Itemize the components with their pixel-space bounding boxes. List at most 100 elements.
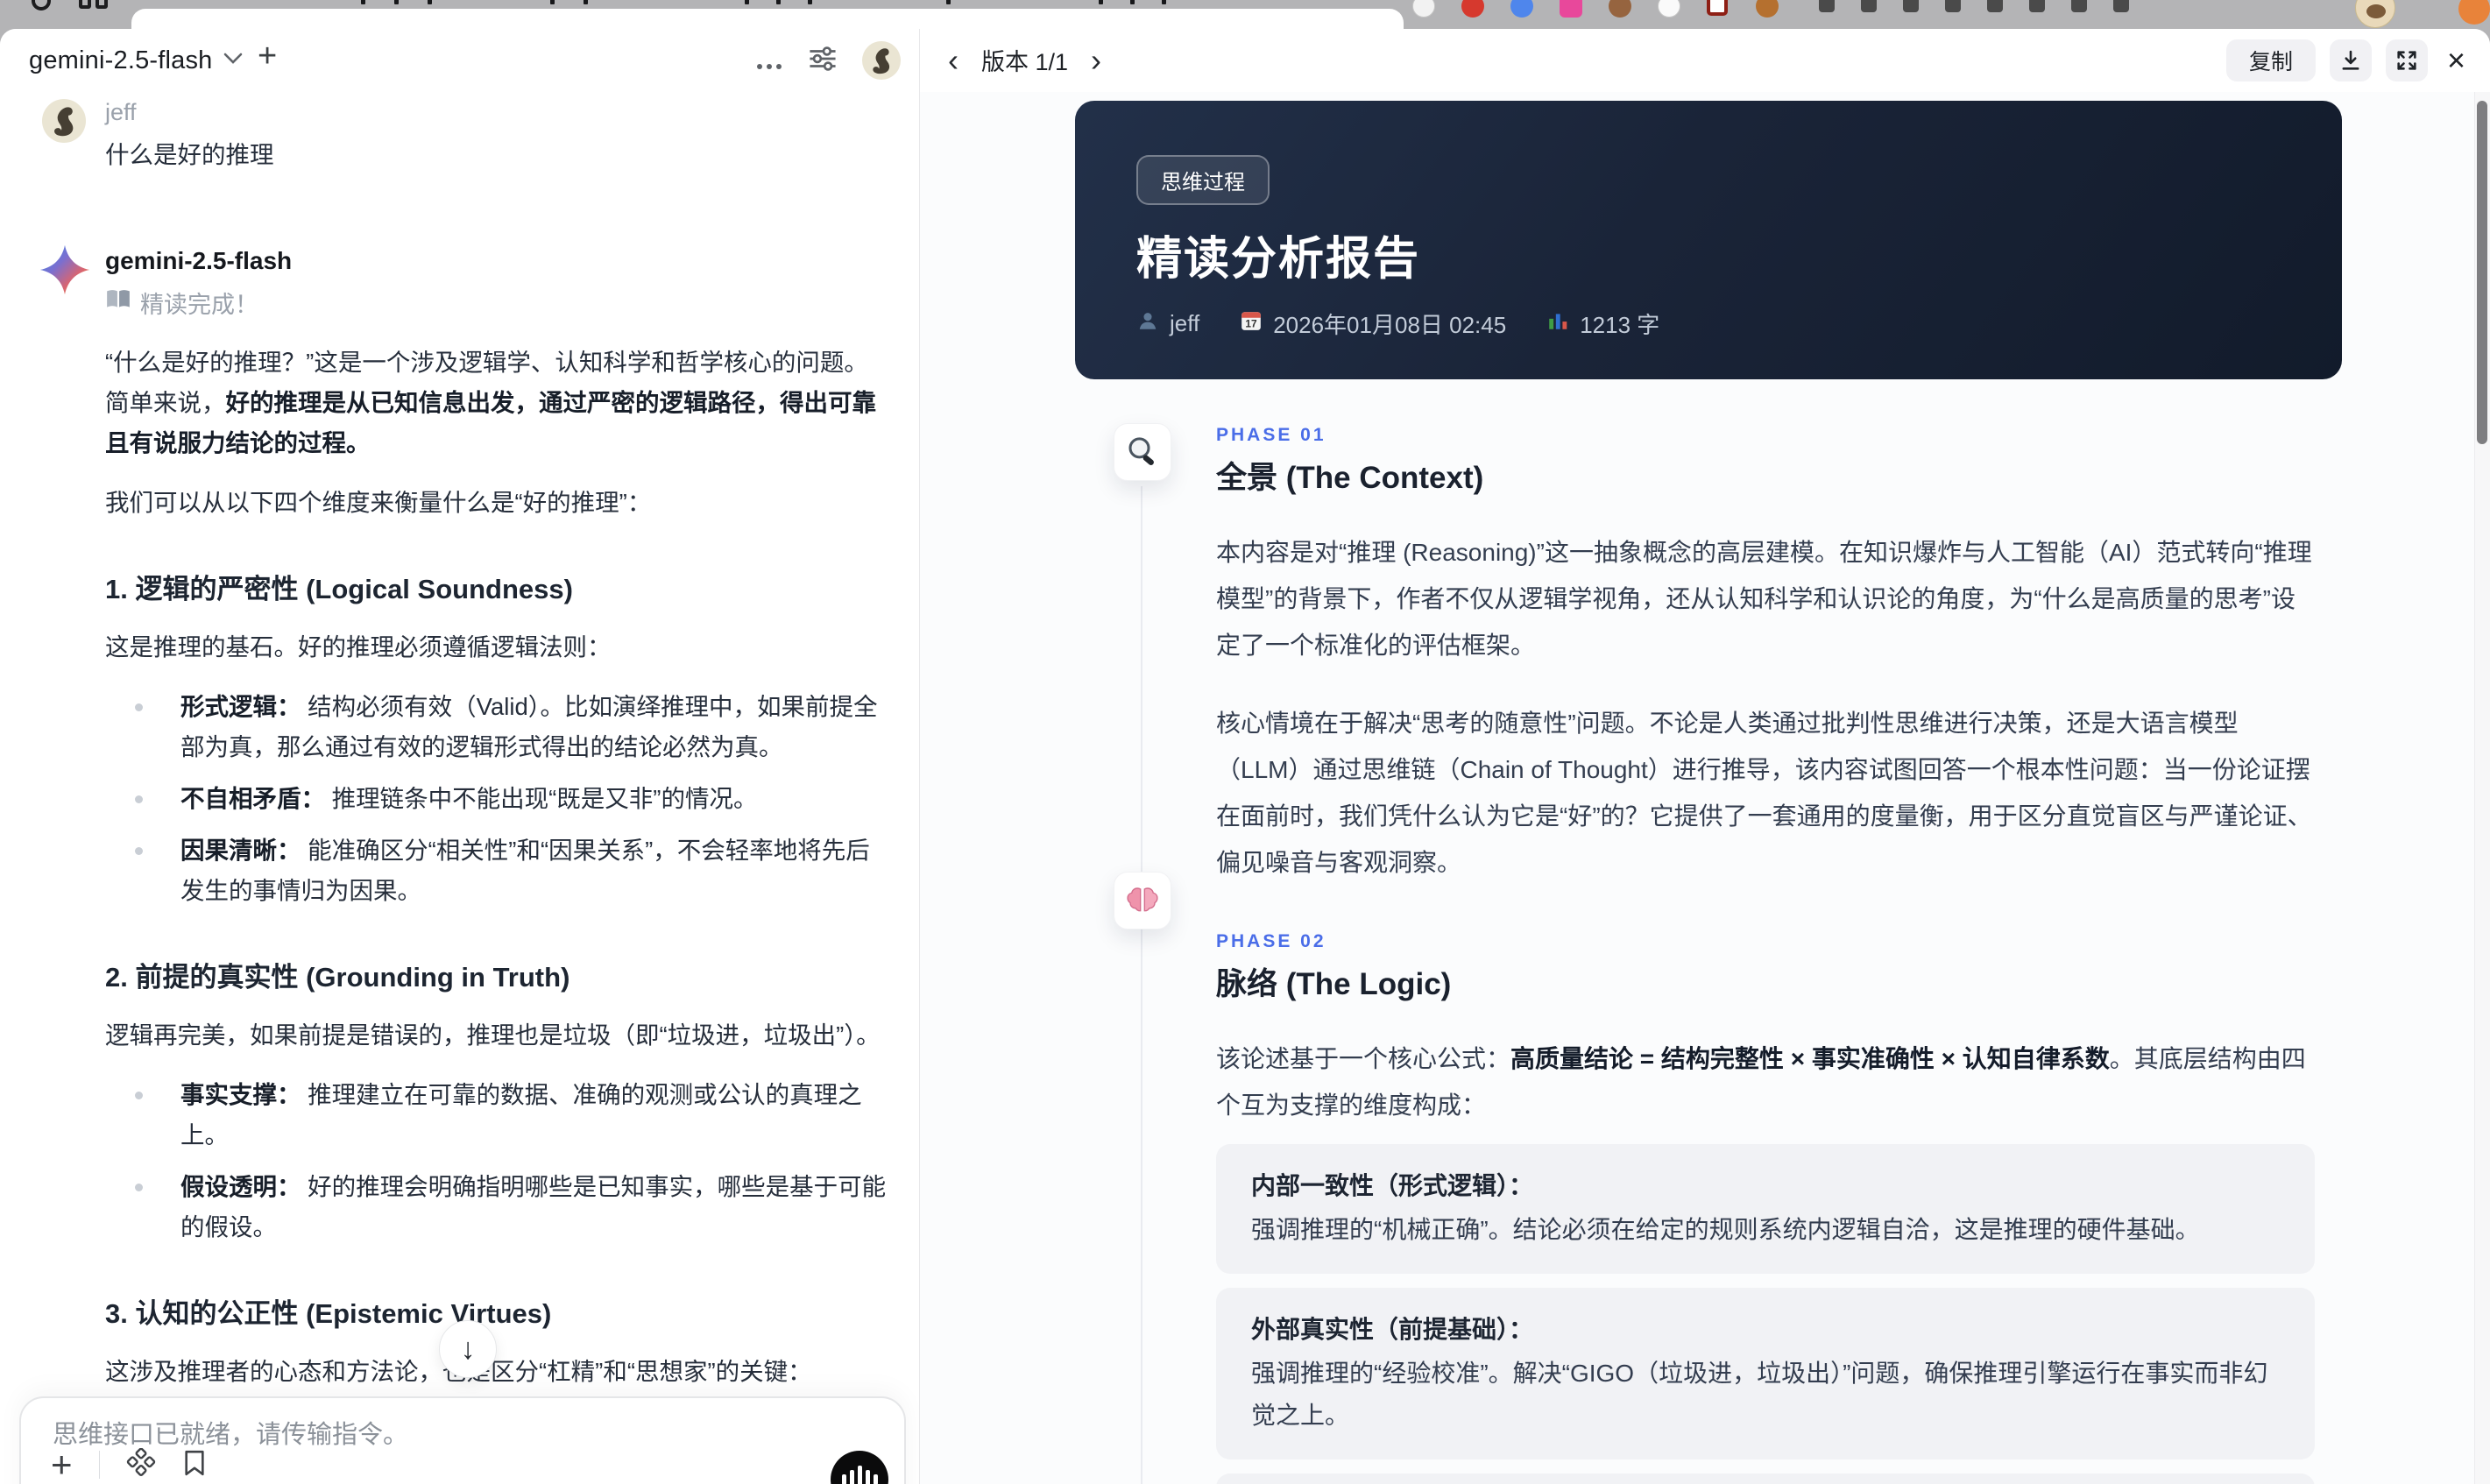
person-icon — [1136, 309, 1159, 338]
more-options-button[interactable] — [755, 46, 783, 75]
message-text: 什么是好的推理 — [105, 141, 274, 168]
voice-input-button[interactable] — [831, 1451, 888, 1484]
paragraph: 逻辑再完美，如果前提是错误的，推理也是垃圾（即“垃圾进，垃圾出”）。 — [105, 1015, 890, 1056]
text-run: 我们可以从以下四个维度来衡量什么是“好的推理”： — [105, 489, 652, 516]
report-title: 精读分析报告 — [1136, 234, 1421, 285]
phase-formula: 该论述基于一个核心公式：高质量结论 = 结构完整性 × 事实准确性 × 认知自律… — [1216, 1035, 2315, 1128]
user-avatar[interactable] — [862, 41, 901, 80]
card-body: 强调推理的“经验校准”。解决“GIGO（垃圾进，垃圾出）”问题，确保推理引擎运行… — [1251, 1360, 2268, 1429]
bookmark-icon[interactable] — [182, 1448, 207, 1482]
report-body: PHASE 01 全景 (The Context) 本内容是对“推理 (Reason… — [1216, 425, 2315, 1484]
menubar-status-icon[interactable] — [1658, 0, 1680, 18]
menubar-status-icon[interactable] — [1461, 0, 1484, 18]
version-label: 版本 1/1 — [981, 49, 1069, 75]
phase-paragraph: 核心情境在于解决“思考的随意性”问题。不论是人类通过批判性思维进行决策，还是大语… — [1216, 710, 2312, 876]
report-author: jeff — [1170, 310, 1200, 336]
menubar-status-icon[interactable] — [1945, 0, 1961, 12]
menubar-status-icon[interactable] — [1987, 0, 2003, 12]
grid-icon[interactable] — [79, 0, 108, 9]
paragraph: 这涉及推理者的心态和方法论，也是区分“杠精”和“思想家”的关键： — [105, 1352, 890, 1392]
scroll-to-bottom-button[interactable]: ↓ — [439, 1320, 497, 1378]
menubar-status-icon[interactable] — [1756, 0, 1779, 18]
menubar-status-icon[interactable] — [1861, 0, 1877, 12]
phase-label: PHASE 02 — [1216, 931, 1326, 951]
menubar-status-icon[interactable] — [1412, 0, 1435, 18]
scrollbar-track[interactable] — [2474, 92, 2490, 1484]
menubar-status-icon[interactable] — [1609, 0, 1631, 18]
menubar-avatar[interactable] — [2355, 0, 2395, 28]
version-prev-button[interactable]: ‹ — [948, 44, 959, 76]
card-title: 内部一致性（形式逻辑）： — [1251, 1172, 1534, 1199]
model-selector[interactable]: gemini-2.5-flash — [29, 46, 243, 75]
book-icon — [105, 288, 131, 317]
close-icon[interactable]: × — [2442, 42, 2471, 79]
section-heading: 1. 逻辑的严密性 (Logical Soundness) — [105, 574, 573, 604]
tab-text-fragment — [394, 0, 399, 4]
list-item: 形式逻辑： 结构必须有效（Valid）。比如演绎推理中，如果前提全部为真，那么通… — [105, 687, 890, 767]
paragraph: 这是推理的基石。好的推理必须遵循逻辑法则： — [105, 627, 890, 668]
phase-section: PHASE 02 脉络 (The Logic) 该论述基于一个核心公式：高质量结论 … — [1216, 931, 2315, 1484]
message-author: gemini-2.5-flash — [105, 247, 293, 274]
browser-tab[interactable] — [131, 9, 1404, 29]
status-text: 精读完成！ — [140, 292, 258, 318]
menubar-status-icon[interactable] — [2458, 0, 2490, 25]
input-tools-divider — [98, 1451, 100, 1479]
paragraph: “什么是好的推理？”这是一个涉及逻辑学、认知科学和哲学核心的问题。简单来说，好的… — [105, 343, 890, 463]
version-next-button[interactable]: › — [1091, 44, 1101, 76]
svg-text:17: 17 — [1246, 318, 1258, 330]
formula-prefix: 该论述基于一个核心公式： — [1216, 1045, 1511, 1072]
menubar-status-icon[interactable] — [1707, 0, 1728, 16]
section-heading: 3. 认知的公正性 (Epistemic Virtues) — [105, 1298, 552, 1329]
menubar-status-icon[interactable] — [1819, 0, 1835, 12]
phase-title: 脉络 (The Logic) — [1216, 967, 1452, 1001]
menubar-status-icon[interactable] — [1903, 0, 1919, 12]
report-date: 2026年01月08日 02:45 — [1273, 312, 1507, 338]
app-window: gemini-2.5-flash + ‹ 版本 1/1 › 复制 × jeff … — [0, 29, 2490, 1484]
tab-text-fragment — [808, 0, 812, 4]
calendar-icon: 17 — [1240, 309, 1263, 338]
system-menubar — [0, 0, 2490, 29]
phase-label: PHASE 01 — [1216, 425, 1326, 445]
assistant-message-body: “什么是好的推理？”这是一个涉及逻辑学、认知科学和哲学核心的问题。简单来说，好的… — [105, 343, 886, 1484]
attach-plus-icon[interactable]: + — [51, 1446, 73, 1483]
tab-text-fragment — [776, 0, 781, 4]
list-item-lead: 形式逻辑： — [180, 693, 301, 720]
message-author: jeff — [105, 99, 137, 125]
gemini-star-icon — [39, 244, 91, 296]
panel-divider — [919, 29, 920, 1484]
menubar-status-icon[interactable] — [1560, 0, 1582, 18]
tab-text-fragment — [1130, 0, 1135, 4]
tune-settings-icon[interactable] — [808, 44, 838, 78]
new-chat-button[interactable]: + — [258, 38, 277, 75]
menubar-status-icon[interactable] — [2113, 0, 2129, 12]
copy-button[interactable]: 复制 — [2225, 39, 2316, 81]
menubar-status-icon[interactable] — [2071, 0, 2087, 12]
diamond-tools-icon[interactable] — [126, 1447, 156, 1482]
expand-fullscreen-button[interactable] — [2385, 39, 2428, 81]
chat-input[interactable] — [53, 1421, 841, 1450]
download-button[interactable] — [2329, 39, 2372, 81]
report-meta: jeff 17 2026年01月08日 02:45 1213 字 — [1136, 307, 1659, 340]
reload-icon[interactable] — [32, 0, 51, 11]
toolbar: gemini-2.5-flash + ‹ 版本 1/1 › 复制 × — [0, 29, 2490, 92]
text-run: 逻辑再完美，如果前提是错误的，推理也是垃圾（即“垃圾进，垃圾出”）。 — [105, 1021, 881, 1049]
chat-panel: jeff 什么是好的推理 gemini-2.5-flash 精读完成！ “什么是… — [0, 92, 919, 1484]
user-message: jeff 什么是好的推理 — [42, 99, 886, 175]
text-run: 这是推理的基石。好的推理必须遵循逻辑法则： — [105, 633, 612, 661]
tab-text-fragment — [1099, 0, 1103, 4]
report-badge: 思维过程 — [1136, 155, 1270, 205]
dimension-card: 外部真实性（前提基础）： 强调推理的“经验校准”。解决“GIGO（垃圾进，垃圾出）… — [1216, 1288, 2315, 1459]
list-item: 因果清晰： 能准确区分“相关性”和“因果关系”，不会轻率地将先后发生的事情归为因… — [105, 830, 890, 911]
list-item-lead: 事实支撑： — [180, 1081, 301, 1108]
menubar-status-icon[interactable] — [2029, 0, 2045, 12]
report-word-count: 1213 字 — [1580, 312, 1660, 338]
report-header-card: 思维过程 精读分析报告 jeff 17 2026年01月08日 02:45 12… — [1075, 101, 2342, 379]
chat-scroll-area[interactable]: jeff 什么是好的推理 gemini-2.5-flash 精读完成！ “什么是… — [0, 92, 919, 1484]
dimension-cards: 内部一致性（形式逻辑）： 强调推理的“机械正确”。结论必须在给定的规则系统内逻辑自… — [1216, 1144, 2315, 1484]
bullet-list: 事实支撑： 推理建立在可靠的数据、准确的观测或公认的真理之上。 假设透明： 好的推… — [105, 1075, 886, 1247]
scrollbar-thumb[interactable] — [2477, 101, 2487, 444]
menubar-status-icon[interactable] — [1510, 0, 1533, 18]
tab-text-fragment — [745, 0, 749, 4]
chat-input-card: + — [19, 1396, 906, 1484]
screen: gemini-2.5-flash + ‹ 版本 1/1 › 复制 × jeff … — [0, 0, 2490, 1484]
